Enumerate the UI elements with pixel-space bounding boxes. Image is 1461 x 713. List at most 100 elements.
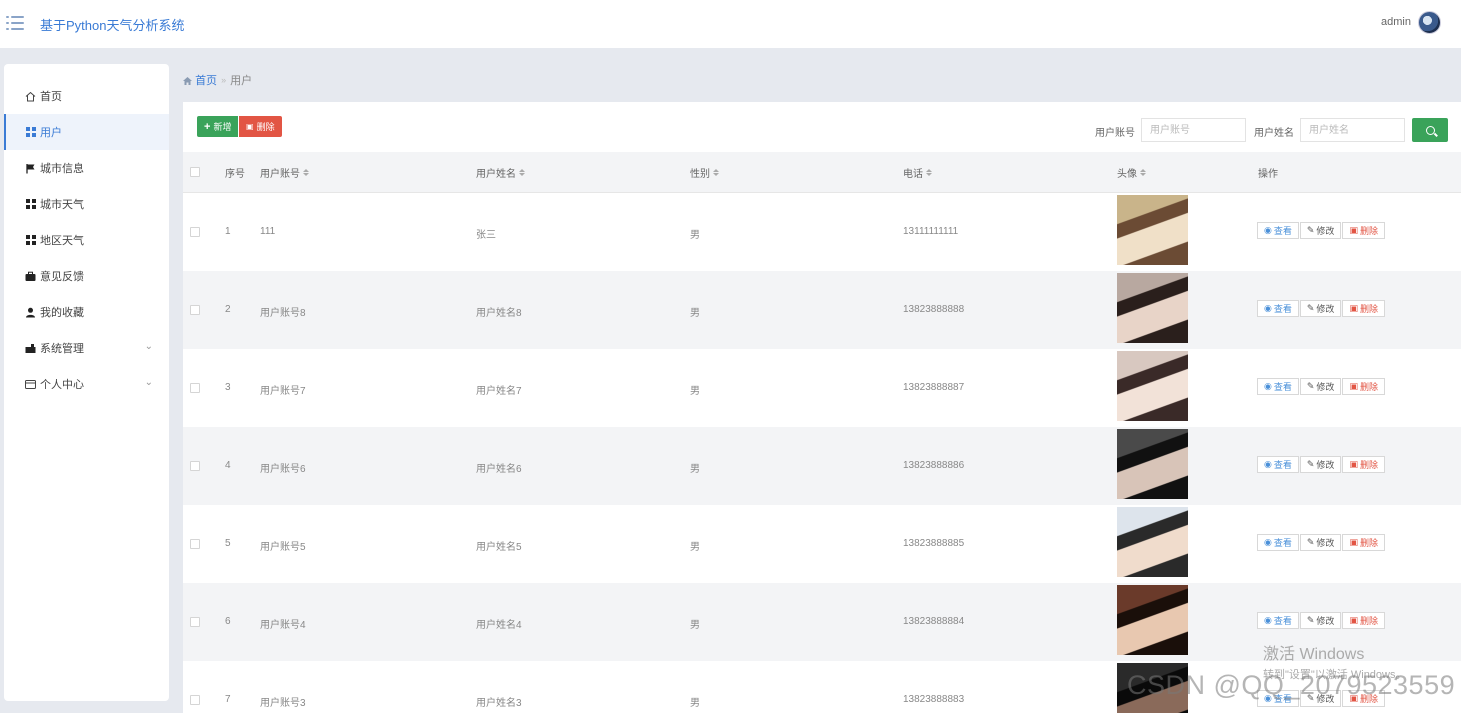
trash-icon: ▣ [1349, 459, 1358, 469]
cell-gender: 男 [690, 542, 700, 553]
cell-account: 用户账号8 [260, 308, 306, 319]
sidebar-item-city-info[interactable]: 城市信息 [4, 150, 169, 186]
cell-phone: 13823888886 [903, 460, 965, 471]
row-checkbox[interactable] [190, 227, 200, 237]
edit-button[interactable]: ✎ 修改 [1299, 534, 1342, 551]
row-delete-button[interactable]: ▣ 删除 [1342, 456, 1385, 473]
cell-gender: 男 [690, 620, 700, 631]
row-actions: ◉ 查看 ✎ 修改 ▣ 删除 [1257, 300, 1386, 317]
cell-gender: 男 [690, 308, 700, 319]
user-avatar-photo [1117, 429, 1188, 499]
user-avatar-photo [1117, 273, 1188, 343]
view-button[interactable]: ◉ 查看 [1257, 612, 1299, 629]
cell-index: 7 [225, 694, 231, 705]
edit-button[interactable]: ✎ 修改 [1299, 378, 1342, 395]
cell-account: 111 [260, 226, 276, 237]
column-header-account[interactable]: 用户账号 [260, 165, 309, 180]
trash-icon: ▣ [1349, 537, 1358, 547]
cell-account: 用户账号5 [260, 542, 306, 553]
sidebar-item-label: 城市信息 [40, 163, 84, 175]
name-search-label: 用户姓名 [1254, 128, 1294, 139]
sidebar-item-users[interactable]: 用户 [4, 114, 169, 150]
add-button[interactable]: + 新增 [197, 116, 239, 137]
trash-icon: ▣ [1349, 615, 1358, 625]
row-delete-button[interactable]: ▣ 删除 [1342, 300, 1385, 317]
eye-icon: ◉ [1264, 225, 1272, 235]
cell-name: 用户姓名7 [476, 386, 522, 397]
row-delete-button[interactable]: ▣ 删除 [1342, 612, 1385, 629]
eye-icon: ◉ [1264, 459, 1272, 469]
cell-name: 张三 [476, 230, 496, 241]
cell-index: 4 [225, 460, 231, 471]
edit-button[interactable]: ✎ 修改 [1299, 456, 1342, 473]
sidebar-item-system[interactable]: 系统管理 ⌄ [4, 330, 169, 366]
chevron-down-icon: ⌄ [144, 377, 153, 388]
account-search-input[interactable] [1141, 118, 1246, 142]
cell-index: 3 [225, 382, 231, 393]
sidebar-item-feedback[interactable]: 意见反馈 [4, 258, 169, 294]
cell-index: 5 [225, 538, 231, 549]
view-button[interactable]: ◉ 查看 [1257, 456, 1299, 473]
username-label[interactable]: admin [1381, 16, 1411, 28]
edit-button[interactable]: ✎ 修改 [1299, 222, 1342, 239]
sidebar-item-region-weather[interactable]: 地区天气 [4, 222, 169, 258]
eye-icon: ◉ [1264, 537, 1272, 547]
toolbox-icon [25, 343, 36, 354]
select-all-checkbox[interactable] [190, 167, 200, 177]
briefcase-icon [25, 271, 36, 282]
search-button[interactable] [1412, 118, 1448, 142]
row-checkbox[interactable] [190, 305, 200, 315]
sidebar-item-home[interactable]: 首页 [4, 78, 169, 114]
row-checkbox[interactable] [190, 617, 200, 627]
breadcrumb-home[interactable]: 首页 [183, 72, 217, 88]
edit-button[interactable]: ✎ 修改 [1299, 612, 1342, 629]
name-search-input[interactable] [1300, 118, 1405, 142]
user-avatar[interactable] [1418, 11, 1441, 34]
menu-toggle-icon[interactable] [6, 15, 24, 31]
cell-name: 用户姓名6 [476, 464, 522, 475]
row-delete-button[interactable]: ▣ 删除 [1342, 378, 1385, 395]
sort-icon [713, 169, 719, 176]
column-header-gender[interactable]: 性别 [690, 165, 719, 180]
view-button[interactable]: ◉ 查看 [1257, 534, 1299, 551]
app-title: 基于Python天气分析系统 [40, 18, 185, 33]
row-delete-button[interactable]: ▣ 删除 [1342, 534, 1385, 551]
sidebar-item-favorites[interactable]: 我的收藏 [4, 294, 169, 330]
trash-icon: ▣ [1349, 303, 1358, 313]
row-checkbox[interactable] [190, 539, 200, 549]
edit-icon: ✎ [1306, 303, 1315, 313]
column-header-name[interactable]: 用户姓名 [476, 165, 525, 180]
delete-button[interactable]: ▣ 删除 [239, 116, 282, 137]
home-icon [25, 91, 36, 102]
column-header-avatar[interactable]: 头像 [1117, 165, 1146, 180]
view-button[interactable]: ◉ 查看 [1257, 222, 1299, 239]
cell-index: 6 [225, 616, 231, 627]
sort-icon [926, 169, 932, 176]
sidebar-item-label: 首页 [40, 91, 62, 103]
cell-phone: 13823888883 [903, 694, 965, 705]
grid-icon [25, 234, 36, 246]
cell-gender: 男 [690, 386, 700, 397]
cell-phone: 13823888884 [903, 616, 965, 627]
cell-account: 用户账号3 [260, 698, 306, 709]
cell-name: 用户姓名4 [476, 620, 522, 631]
sidebar-item-profile[interactable]: 个人中心 ⌄ [4, 366, 169, 402]
row-checkbox[interactable] [190, 461, 200, 471]
main-panel: + 新增 ▣ 删除 用户账号 用户姓名 序号 用户账号 用户姓名 性别 电话 头… [183, 102, 1461, 713]
column-header-index: 序号 [225, 169, 245, 180]
view-button[interactable]: ◉ 查看 [1257, 378, 1299, 395]
view-button[interactable]: ◉ 查看 [1257, 300, 1299, 317]
sidebar-item-label: 意见反馈 [40, 271, 84, 283]
column-header-phone[interactable]: 电话 [903, 165, 932, 180]
row-delete-button[interactable]: ▣ 删除 [1342, 222, 1385, 239]
table-row: 2 用户账号8 用户姓名8 男 13823888888 ◉ 查看 ✎ 修改 ▣ 删除 [183, 271, 1461, 349]
home-icon [183, 77, 192, 85]
edit-button[interactable]: ✎ 修改 [1299, 300, 1342, 317]
cell-index: 1 [225, 226, 231, 237]
cell-gender: 男 [690, 698, 700, 709]
sidebar-item-label: 系统管理 [40, 343, 84, 355]
row-checkbox[interactable] [190, 383, 200, 393]
sidebar-item-city-weather[interactable]: 城市天气 [4, 186, 169, 222]
row-checkbox[interactable] [190, 695, 200, 705]
table-row: 5 用户账号5 用户姓名5 男 13823888885 ◉ 查看 ✎ 修改 ▣ 删除 [183, 505, 1461, 583]
